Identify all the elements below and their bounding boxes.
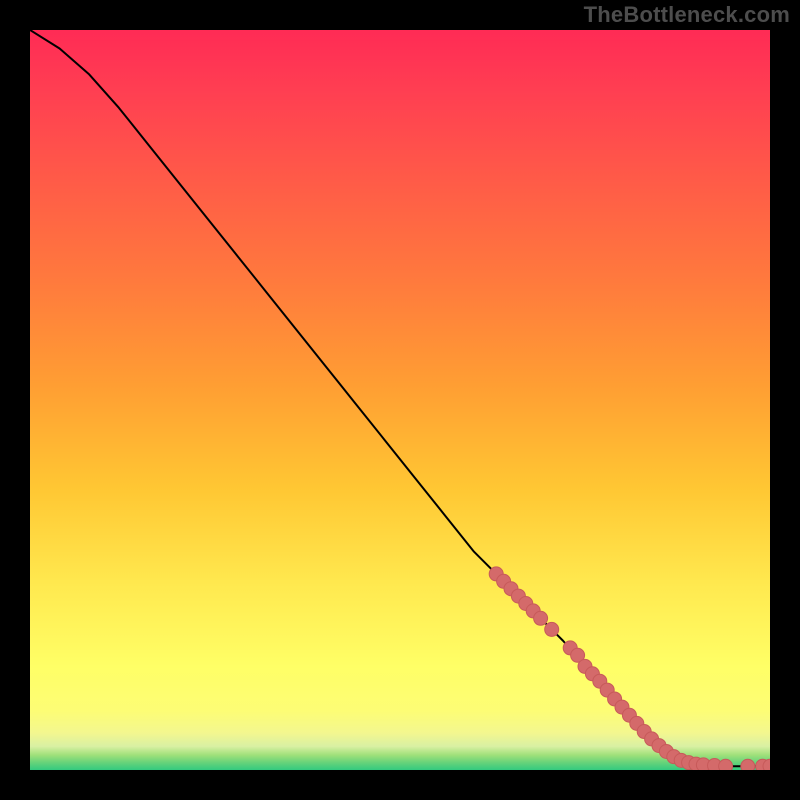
chart-svg (30, 30, 770, 770)
chart-frame: TheBottleneck.com (0, 0, 800, 800)
highlight-point (545, 622, 559, 636)
gradient-background (30, 30, 770, 770)
highlight-point (719, 759, 733, 770)
plot-area (30, 30, 770, 770)
highlight-point (741, 759, 755, 770)
highlight-point (534, 611, 548, 625)
attribution-text: TheBottleneck.com (584, 2, 790, 28)
